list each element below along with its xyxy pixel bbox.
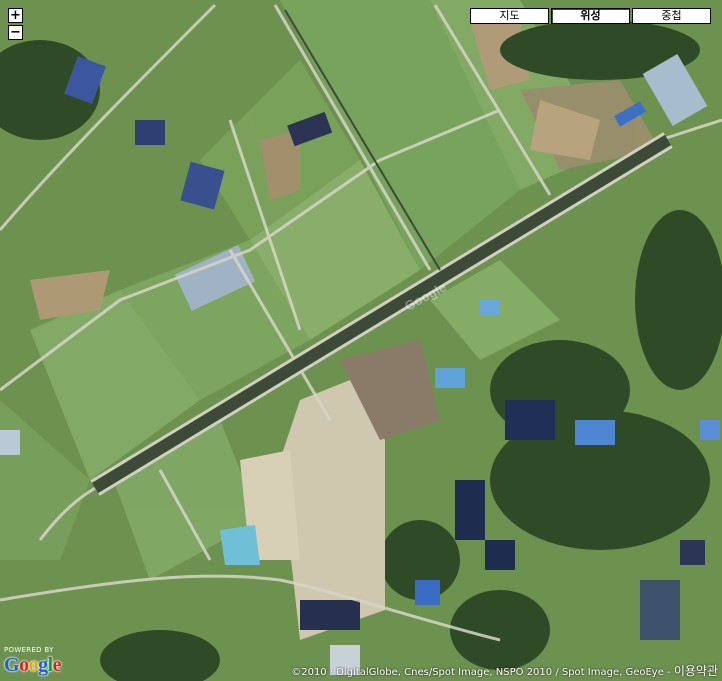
logo-letter: G (4, 654, 20, 676)
zoom-in-button[interactable]: + (8, 8, 23, 23)
google-logo[interactable]: Google (4, 654, 62, 676)
terms-link[interactable]: 이용약관 (674, 664, 718, 678)
powered-by-label: POWERED BY (4, 646, 54, 654)
map-type-map-button[interactable]: 지도 (470, 8, 549, 24)
logo-letter: e (52, 654, 62, 676)
logo-letter: g (38, 654, 48, 676)
logo-letter: o (19, 654, 29, 676)
zoom-out-button[interactable]: − (8, 25, 23, 40)
satellite-map[interactable]: Google + − 지도 위성 중첩 POWERED BY Google ©2… (0, 0, 722, 681)
attribution-text: ©2010 · DigitalGlobe, Cnes/Spot Image, N… (291, 667, 674, 678)
map-type-hybrid-button[interactable]: 중첩 (632, 8, 711, 24)
logo-letter: o (28, 654, 39, 676)
attribution: ©2010 · DigitalGlobe, Cnes/Spot Image, N… (291, 665, 718, 679)
map-type-satellite-button[interactable]: 위성 (551, 8, 630, 24)
map-type-switcher: 지도 위성 중첩 (470, 8, 711, 24)
satellite-imagery[interactable] (0, 0, 722, 681)
